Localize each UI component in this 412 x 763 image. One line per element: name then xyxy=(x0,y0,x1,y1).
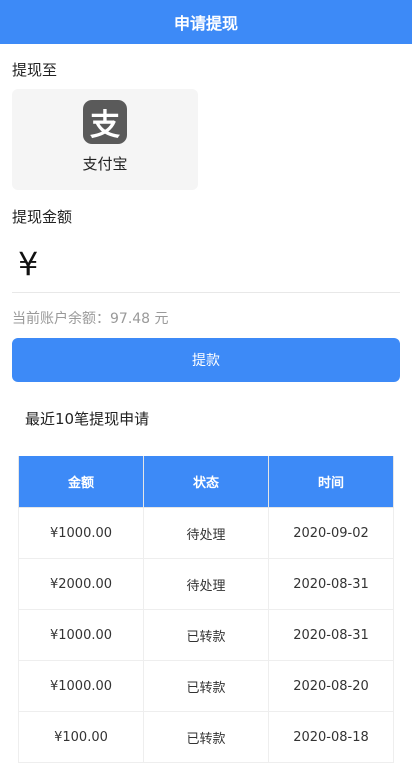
cell-amount: ¥1000.00 xyxy=(18,609,144,661)
account-balance: 当前账户余额：97.48 元 xyxy=(12,311,169,327)
table-row: ¥2000.00 待处理 2020-08-31 xyxy=(18,558,394,610)
column-header-time: 时间 xyxy=(268,456,394,508)
cell-date: 2020-08-18 xyxy=(268,711,394,763)
page-header: 申请提现 xyxy=(0,0,412,44)
table-row: ¥1000.00 已转款 2020-08-20 xyxy=(18,660,394,712)
cell-status: 已转款 xyxy=(143,660,269,712)
cell-amount: ¥1000.00 xyxy=(18,660,144,712)
page-title: 申请提现 xyxy=(173,14,238,33)
cell-status: 已转款 xyxy=(143,711,269,763)
alipay-option[interactable]: 支 支付宝 xyxy=(12,89,198,190)
column-header-status: 状态 xyxy=(143,456,269,508)
withdraw-button[interactable]: 提款 xyxy=(12,338,400,382)
payment-method-name: 支付宝 xyxy=(82,155,128,173)
amount-input[interactable] xyxy=(48,243,400,285)
cell-status: 待处理 xyxy=(143,507,269,559)
alipay-icon: 支 xyxy=(83,100,127,144)
table-header-row: 金额 状态 时间 xyxy=(18,456,394,508)
cell-date: 2020-09-02 xyxy=(268,507,394,559)
amount-field-row: ¥ xyxy=(12,236,400,293)
cell-date: 2020-08-31 xyxy=(268,558,394,610)
cell-status: 已转款 xyxy=(143,609,269,661)
withdraw-to-label: 提现至 xyxy=(12,61,58,79)
table-row: ¥1000.00 待处理 2020-09-02 xyxy=(18,507,394,559)
table-row: ¥100.00 已转款 2020-08-18 xyxy=(18,711,394,763)
cell-date: 2020-08-31 xyxy=(268,609,394,661)
withdraw-amount-label: 提现金额 xyxy=(12,208,73,226)
recent-requests-title: 最近10笔提现申请 xyxy=(25,410,150,428)
cell-amount: ¥2000.00 xyxy=(18,558,144,610)
cell-date: 2020-08-20 xyxy=(268,660,394,712)
table-row: ¥1000.00 已转款 2020-08-31 xyxy=(18,609,394,661)
cell-amount: ¥100.00 xyxy=(18,711,144,763)
cell-amount: ¥1000.00 xyxy=(18,507,144,559)
withdraw-records-table: 金额 状态 时间 ¥1000.00 待处理 2020-09-02 ¥2000.0… xyxy=(18,456,394,763)
cell-status: 待处理 xyxy=(143,558,269,610)
column-header-amount: 金额 xyxy=(18,456,144,508)
currency-symbol: ¥ xyxy=(18,245,39,283)
